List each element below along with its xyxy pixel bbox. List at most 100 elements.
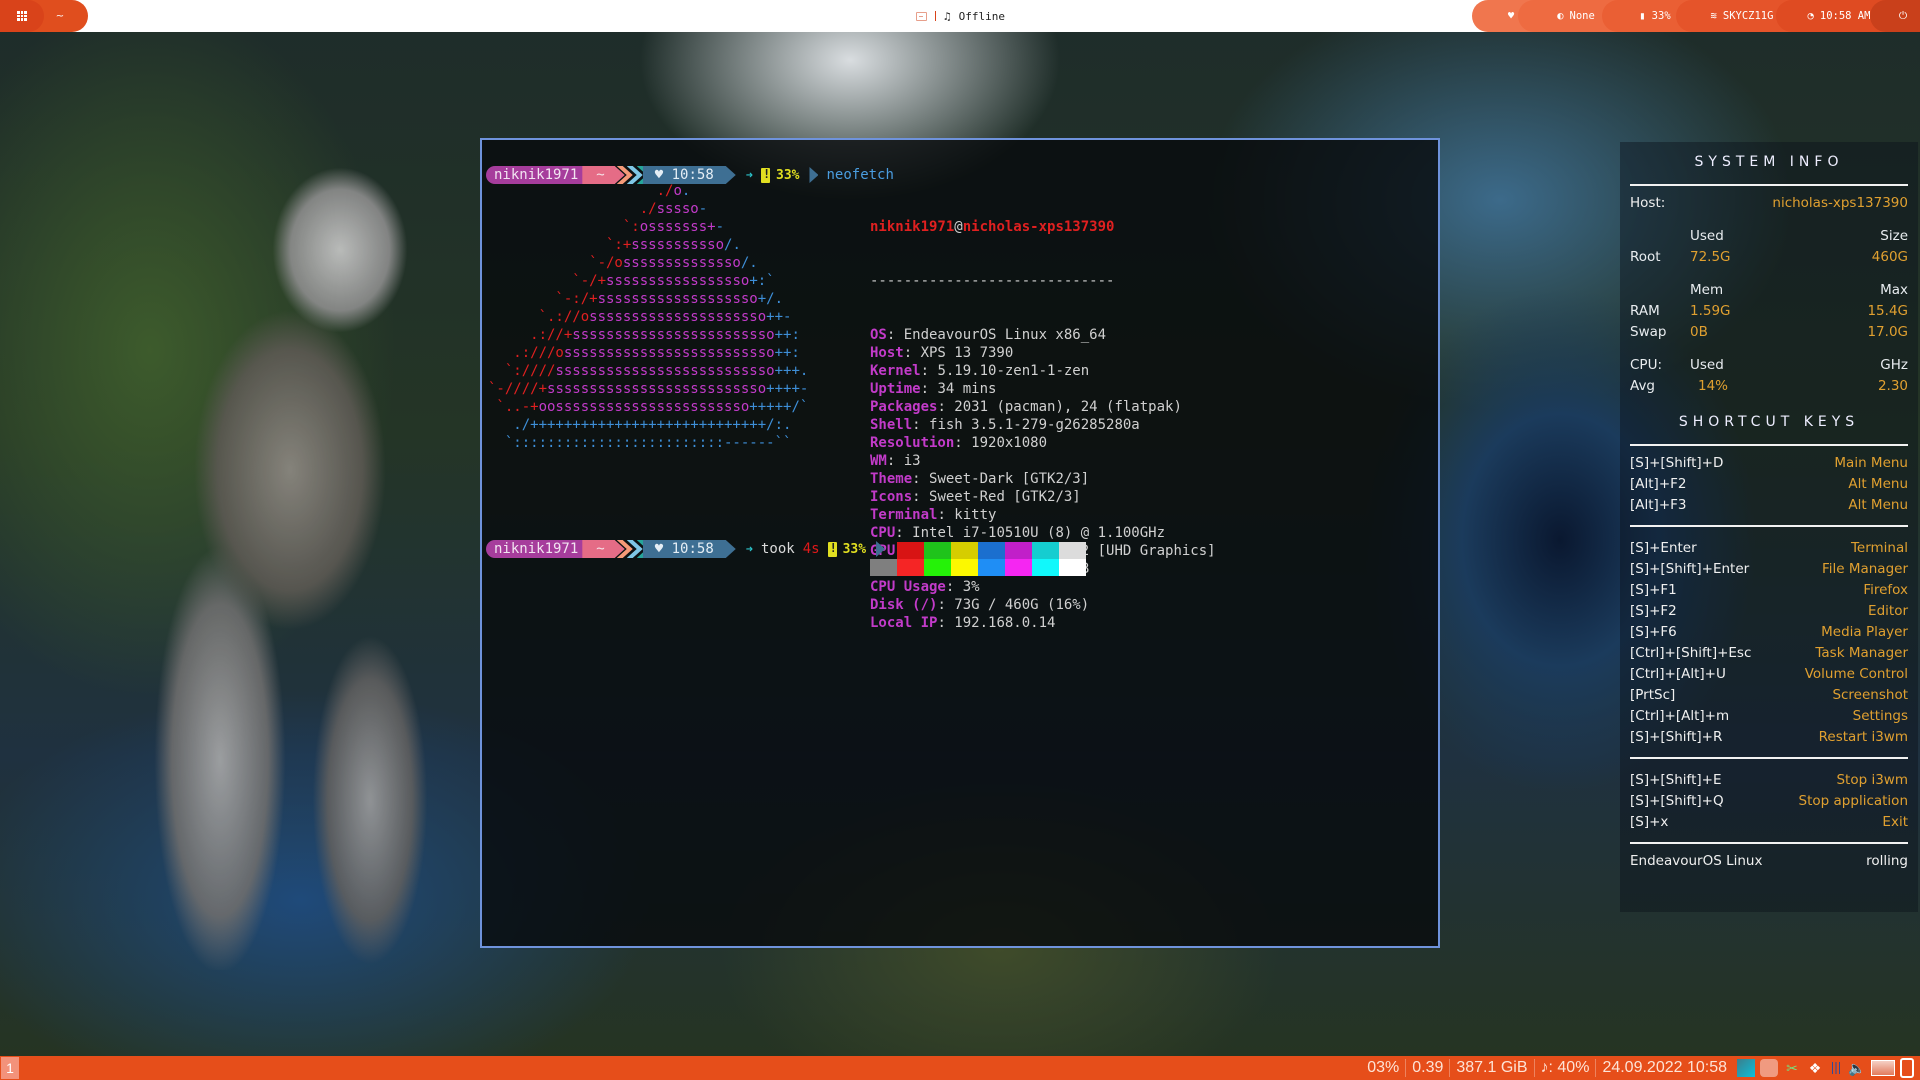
battery-icon[interactable]	[1900, 1058, 1914, 1078]
volume-icon[interactable]: 🔈	[1848, 1059, 1866, 1077]
palette-swatch	[978, 542, 1005, 559]
wifi-widget[interactable]: ≋ SKYCZ11G	[1676, 0, 1792, 32]
logo-segment: `:+	[488, 237, 632, 253]
bluetooth-icon[interactable]	[1760, 1059, 1778, 1077]
palette-swatch	[951, 559, 978, 576]
palette-swatch	[1032, 559, 1059, 576]
image-viewer-icon[interactable]	[1871, 1060, 1895, 1076]
top-bar-right: ♥ ◐ None ▮ 33% ≋ SKYCZ11G ◔ 10:58 AM ⏻	[1472, 0, 1920, 32]
prompt-time: 10:58	[671, 541, 714, 557]
field-value: Sweet-Dark [GTK2/3]	[929, 471, 1090, 487]
logo-segment: +++.	[774, 363, 809, 379]
top-bar: ~ ♫ Offline ♥ ◐ None ▮ 33% ≋ SKYCZ11G ◔ …	[0, 0, 1920, 32]
field-colon: :	[903, 345, 921, 361]
shortcut-keys: [S]+[Shift]+Q	[1630, 792, 1724, 809]
neofetch-info: niknik1971@nicholas-xps137390 ----------…	[870, 182, 1216, 668]
field-colon: :	[937, 615, 955, 631]
field-colon: :	[937, 507, 955, 523]
dropbox-icon[interactable]: ❖	[1806, 1059, 1824, 1077]
power-button[interactable]: ⏻	[1870, 0, 1920, 32]
terminal-icon[interactable]	[916, 11, 927, 21]
shortcut-keys: [S]+F6	[1630, 623, 1677, 640]
neofetch-fields: OS: EndeavourOS Linux x86_64 Host: XPS 13…	[870, 326, 1216, 632]
shortcut-row: [S]+F2 Editor	[1620, 600, 1918, 621]
field-colon: :	[912, 489, 930, 505]
logo-segment: ++-	[766, 309, 792, 325]
logo-line: `.://osssssssssssssssssssso++-	[488, 308, 808, 326]
shortcut-keys: [S]+[Shift]+R	[1630, 728, 1723, 745]
field-key: Disk (/)	[870, 597, 938, 613]
neofetch-field: Host: XPS 13 7390	[870, 344, 1216, 362]
avg-ghz: 2.30	[1877, 377, 1908, 394]
logo-line: `:+sssssssssso/.	[488, 236, 808, 254]
logo-segment: ssssssssssssssssssssssssso	[555, 363, 775, 379]
workspace-1-button[interactable]: 1	[1, 1057, 19, 1079]
field-colon: :	[954, 435, 972, 451]
logo-segment: .://+	[488, 327, 573, 343]
shortcut-keys: [S]+[Shift]+D	[1630, 454, 1724, 471]
logo-segment: sssssssssssssssssssssssso	[563, 345, 775, 361]
music-status[interactable]: Offline	[959, 10, 1005, 23]
palette-swatch	[1059, 542, 1086, 559]
shortcut-row: [S]+[Shift]+Enter File Manager	[1620, 558, 1918, 579]
logo-segment: ++:	[774, 327, 800, 343]
shortcut-action: Exit	[1882, 813, 1908, 830]
root-size: 460G	[1871, 248, 1908, 265]
logo-segment: -	[715, 219, 725, 235]
divider	[1630, 525, 1908, 527]
field-colon: :	[886, 327, 904, 343]
shortcut-list: [S]+[Shift]+D Main Menu [Alt]+F2 Alt Menu [A…	[1620, 452, 1918, 832]
logo-segment: ./++++++++++++++++++++++++++++/:.	[488, 417, 792, 433]
logo-segment: `-////+	[488, 381, 548, 397]
wifi-icon: ≋	[1710, 10, 1717, 22]
field-colon: :	[945, 579, 963, 595]
shortcut-row: [Ctrl]+[Shift]+Esc Task Manager	[1620, 642, 1918, 663]
neofetch-field: Local IP: 192.168.0.14	[870, 614, 1216, 632]
palette-swatch	[1032, 542, 1059, 559]
logo-segment: sssso	[656, 201, 699, 217]
max-header: Max	[1880, 281, 1908, 298]
logo-segment: `-/+	[488, 273, 607, 289]
logo-segment: `..-+	[488, 399, 539, 415]
shortcut-keys: [Ctrl]+[Alt]+m	[1630, 707, 1730, 724]
logo-segment: osssssss+	[639, 219, 716, 235]
palette-row-normal	[870, 542, 1086, 559]
swap-label: Swap	[1630, 323, 1667, 340]
shortcut-row: [PrtSc] Screenshot	[1620, 684, 1918, 705]
divider	[1630, 444, 1908, 446]
scissors-icon[interactable]: ✂	[1783, 1059, 1801, 1077]
field-colon: :	[937, 399, 955, 415]
field-key: Resolution	[870, 435, 955, 451]
shortcut-keys: [Alt]+F3	[1630, 496, 1687, 513]
signal-icon[interactable]	[1829, 1062, 1843, 1074]
logo-segment: sssssssssssssssssssso	[589, 309, 767, 325]
palette-swatch	[978, 559, 1005, 576]
neofetch-field: Shell: fish 3.5.1-279-g26285280a	[870, 416, 1216, 434]
status-area: 03% 0.39 387.1 GiB ♪: 40% 24.09.2022 10:…	[1361, 1056, 1914, 1080]
logo-segment: sssssssssssssssssso	[597, 291, 758, 307]
heart-icon: ♥	[654, 541, 664, 557]
command-text: neofetch	[826, 167, 894, 183]
logo-line: `-/+sssssssssssssssso+:`	[488, 272, 808, 290]
field-value: i3	[903, 453, 921, 469]
volume-status[interactable]: ♪: 40%	[1535, 1059, 1597, 1077]
battery-icon	[827, 541, 837, 557]
neofetch-host: nicholas-xps137390	[962, 219, 1115, 235]
app-launcher-button[interactable]	[0, 0, 44, 32]
shortcut-action: Editor	[1868, 602, 1908, 619]
field-colon: :	[920, 363, 938, 379]
palette-swatch	[1059, 559, 1086, 576]
logo-line: `-////+ssssssssssssssssssssssssso++++-	[488, 380, 808, 398]
cpu-status: 03%	[1361, 1059, 1407, 1077]
os-name: EndeavourOS Linux	[1630, 852, 1763, 869]
network-manager-icon[interactable]	[1737, 1059, 1755, 1077]
divider	[1630, 757, 1908, 759]
neofetch-field: Uptime: 34 mins	[870, 380, 1216, 398]
shortcut-keys: [S]+Enter	[1630, 539, 1697, 556]
neofetch-field: OS: EndeavourOS Linux x86_64	[870, 326, 1216, 344]
root-row: Root 72.5G 460G	[1620, 246, 1918, 267]
shortcut-action: Stop i3wm	[1836, 771, 1908, 788]
shortcut-keys: [Ctrl]+[Alt]+U	[1630, 665, 1726, 682]
terminal-window[interactable]: niknik1971 ~ ♥ 10:58 ➜ 33% neofetch ./o.…	[480, 138, 1440, 948]
wallpaper-astronaut	[40, 40, 500, 970]
